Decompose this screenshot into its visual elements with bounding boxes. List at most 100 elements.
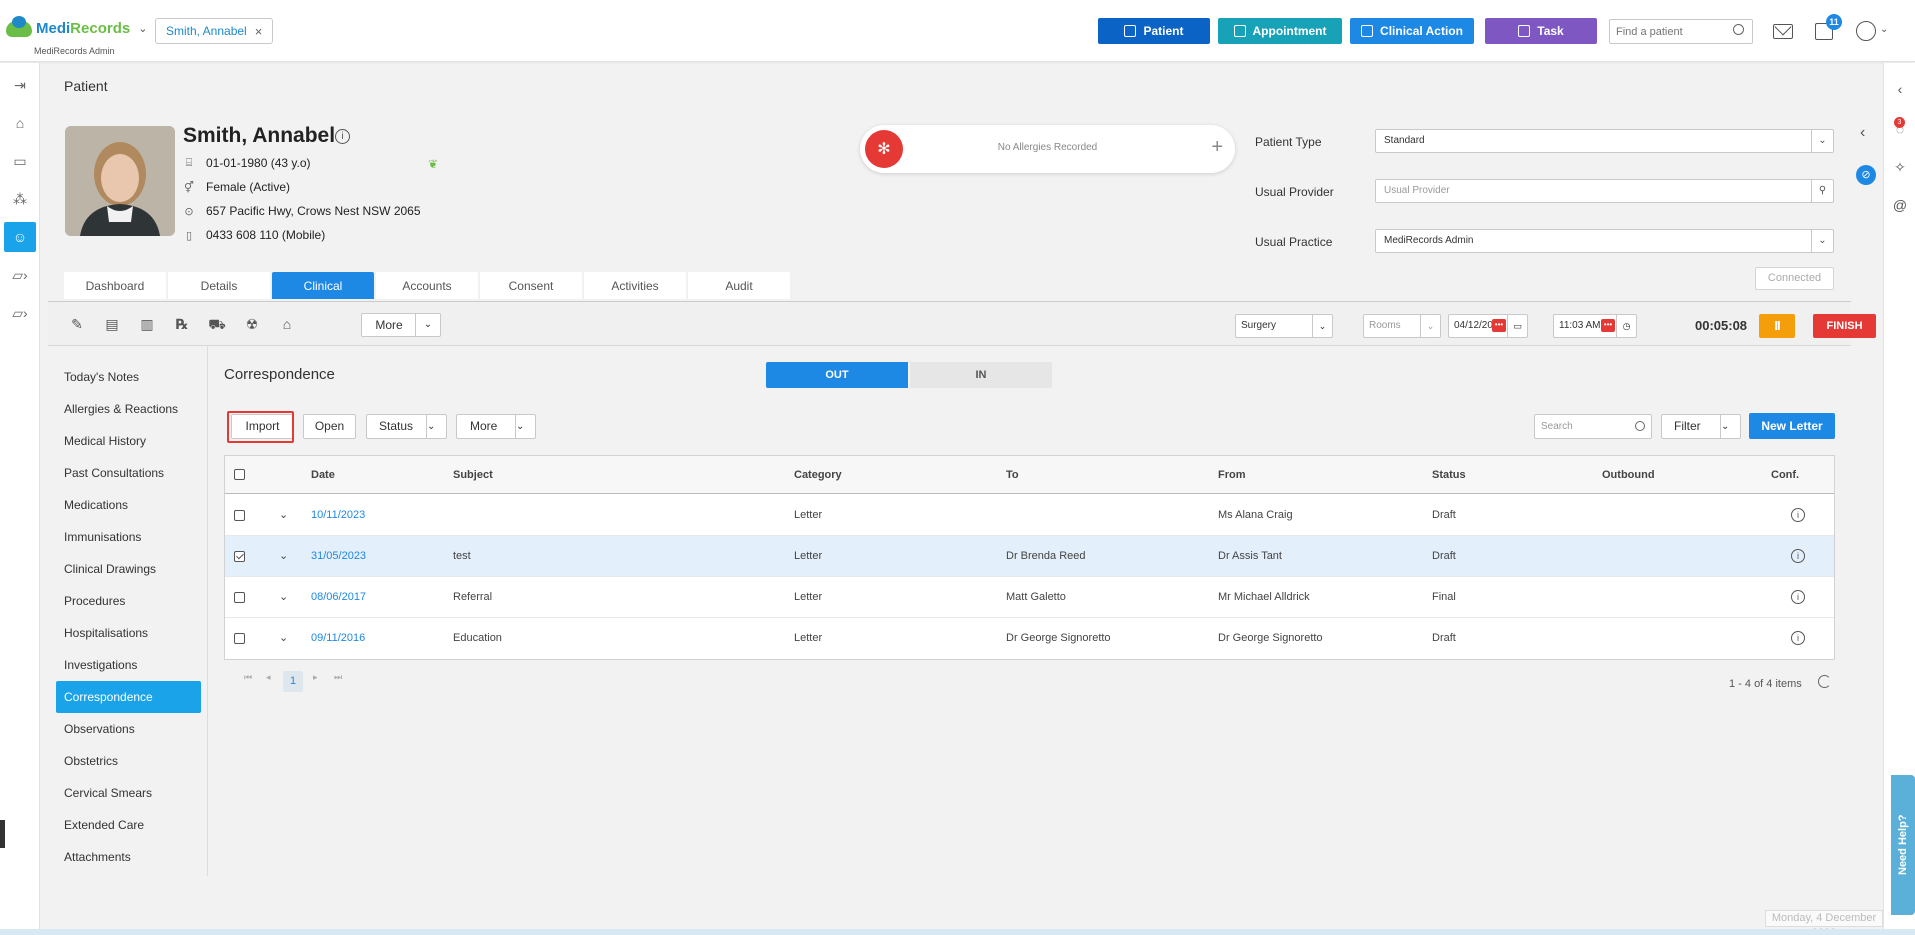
chevron-down-icon[interactable]: ⌄: [279, 536, 288, 577]
ellipsis-icon[interactable]: •••: [1601, 319, 1615, 332]
home-icon[interactable]: ⌂: [0, 108, 40, 138]
usual-provider-input[interactable]: Usual Provider ⚲: [1375, 179, 1834, 203]
col-conf[interactable]: Conf.: [1771, 456, 1799, 494]
menu-item-extended-care[interactable]: Extended Care: [56, 809, 201, 841]
info-icon[interactable]: i: [1791, 631, 1805, 645]
network-icon[interactable]: ⁂: [0, 184, 40, 214]
biohazard-icon[interactable]: ☢: [242, 314, 262, 334]
menu-item-allergies[interactable]: Allergies & Reactions: [56, 393, 201, 425]
search-icon[interactable]: [1635, 421, 1645, 431]
row-checkbox[interactable]: [234, 633, 245, 644]
menu-item-immunisations[interactable]: Immunisations: [56, 521, 201, 553]
col-status[interactable]: Status: [1432, 456, 1466, 494]
menu-item-attachments[interactable]: Attachments: [56, 841, 201, 873]
table-row[interactable]: ⌄ 09/11/2016 Education Letter Dr George …: [225, 618, 1834, 659]
chevron-down-icon[interactable]: ⌄: [279, 577, 288, 618]
calendar-icon[interactable]: ▭: [1507, 315, 1527, 337]
chevron-down-icon[interactable]: ⌄: [279, 495, 288, 536]
menu-item-clinical-drawings[interactable]: Clinical Drawings: [56, 553, 201, 585]
more-dropdown[interactable]: More ⌄: [456, 414, 536, 439]
rooms-select[interactable]: Rooms ⌄: [1363, 314, 1441, 338]
tab-consent[interactable]: Consent: [480, 272, 582, 299]
prescription-icon[interactable]: ℞: [172, 314, 192, 334]
col-from[interactable]: From: [1218, 456, 1246, 494]
side-handle[interactable]: [0, 820, 5, 848]
patient-chip[interactable]: Smith, Annabel ×: [155, 18, 274, 44]
tab-details[interactable]: Details: [168, 272, 270, 299]
chevron-down-icon[interactable]: ⌄: [1420, 315, 1440, 337]
col-category[interactable]: Category: [794, 456, 842, 494]
export-folder-icon[interactable]: ▱›: [0, 298, 40, 328]
need-help-tab[interactable]: Need Help?: [1891, 775, 1915, 915]
time-input[interactable]: 11:03 AM ••• ◷: [1553, 314, 1637, 338]
menu-item-obstetrics[interactable]: Obstetrics: [56, 745, 201, 777]
col-to[interactable]: To: [1006, 456, 1019, 494]
toggle-out[interactable]: OUT: [766, 362, 908, 388]
chevron-down-icon[interactable]: ⌄: [1312, 315, 1332, 337]
open-button[interactable]: Open: [303, 414, 356, 439]
chevron-left-icon[interactable]: ‹: [1884, 81, 1915, 97]
filter-dropdown[interactable]: Filter ⌄: [1661, 414, 1741, 439]
clock-icon[interactable]: ◷: [1616, 315, 1636, 337]
search-icon[interactable]: ⚲: [1811, 180, 1833, 202]
task-button[interactable]: Task: [1485, 18, 1597, 44]
menu-item-past-consultations[interactable]: Past Consultations: [56, 457, 201, 489]
info-icon[interactable]: i: [1791, 549, 1805, 563]
first-page-icon[interactable]: ⏮: [244, 672, 252, 683]
tab-dashboard[interactable]: Dashboard: [64, 272, 166, 299]
col-outbound[interactable]: Outbound: [1602, 456, 1655, 494]
chevron-down-icon[interactable]: ⌄: [279, 618, 288, 659]
tab-activities[interactable]: Activities: [584, 272, 686, 299]
tag-icon[interactable]: ⊘: [1856, 165, 1876, 185]
notes-edit-icon[interactable]: ✎: [67, 314, 87, 334]
user-account-icon[interactable]: [1856, 21, 1876, 41]
find-patient-input[interactable]: [1609, 19, 1753, 44]
patient-button[interactable]: Patient: [1098, 18, 1210, 44]
last-page-icon[interactable]: ⏭: [334, 672, 342, 683]
ellipsis-icon[interactable]: •••: [1492, 319, 1506, 332]
row-date[interactable]: 10/11/2023: [311, 495, 365, 536]
prev-page-icon[interactable]: ◂: [266, 672, 271, 683]
chevron-down-icon[interactable]: ⌄: [415, 314, 440, 336]
pause-button[interactable]: II: [1759, 314, 1795, 338]
patient-type-select[interactable]: Standard ⌄: [1375, 129, 1834, 153]
menu-item-todays-notes[interactable]: Today's Notes: [56, 361, 201, 393]
expand-nav-icon[interactable]: ⇥: [0, 70, 40, 100]
collapse-panel-icon[interactable]: ‹: [1860, 124, 1865, 142]
patients-icon[interactable]: ☺: [4, 222, 36, 252]
menu-item-investigations[interactable]: Investigations: [56, 649, 201, 681]
menu-item-cervical-smears[interactable]: Cervical Smears: [56, 777, 201, 809]
app-logo[interactable]: MediRecords ⌄: [6, 15, 147, 37]
close-icon[interactable]: ×: [255, 24, 263, 39]
chevron-down-icon[interactable]: ⌄: [1811, 130, 1833, 152]
menu-item-correspondence[interactable]: Correspondence: [56, 681, 201, 713]
info-icon[interactable]: i: [335, 129, 350, 144]
connected-button[interactable]: Connected: [1755, 267, 1834, 290]
tab-clinical[interactable]: Clinical: [272, 272, 374, 299]
at-icon[interactable]: @: [1884, 197, 1915, 213]
row-date[interactable]: 08/06/2017: [311, 577, 366, 618]
row-checkbox[interactable]: [234, 592, 245, 603]
table-row[interactable]: ⌄ 08/06/2017 Referral Letter Matt Galett…: [225, 577, 1834, 618]
surgery-select[interactable]: Surgery ⌄: [1235, 314, 1333, 338]
col-date[interactable]: Date: [311, 456, 335, 494]
chevron-down-icon[interactable]: ⌄: [1880, 24, 1888, 35]
ambulance-icon[interactable]: ⛟: [207, 314, 227, 334]
info-icon[interactable]: i: [1791, 508, 1805, 522]
tab-audit[interactable]: Audit: [688, 272, 790, 299]
chevron-down-icon[interactable]: ⌄: [1720, 415, 1740, 438]
new-letter-button[interactable]: New Letter: [1749, 413, 1835, 439]
page-number[interactable]: 1: [283, 671, 303, 692]
next-page-icon[interactable]: ▸: [313, 672, 318, 683]
menu-item-medications[interactable]: Medications: [56, 489, 201, 521]
search-icon[interactable]: [1733, 24, 1744, 35]
status-dropdown[interactable]: Status ⌄: [366, 414, 447, 439]
allergy-panel[interactable]: ✻ No Allergies Recorded +: [860, 125, 1235, 173]
document-icon[interactable]: ▤: [102, 314, 122, 334]
row-checkbox[interactable]: [234, 510, 245, 521]
chevron-down-icon[interactable]: ⌄: [138, 22, 147, 35]
col-subject[interactable]: Subject: [453, 456, 493, 494]
calendar-nav-icon[interactable]: ▭: [0, 146, 40, 176]
add-allergy-icon[interactable]: +: [1211, 136, 1223, 159]
report-icon[interactable]: ▥: [137, 314, 157, 334]
